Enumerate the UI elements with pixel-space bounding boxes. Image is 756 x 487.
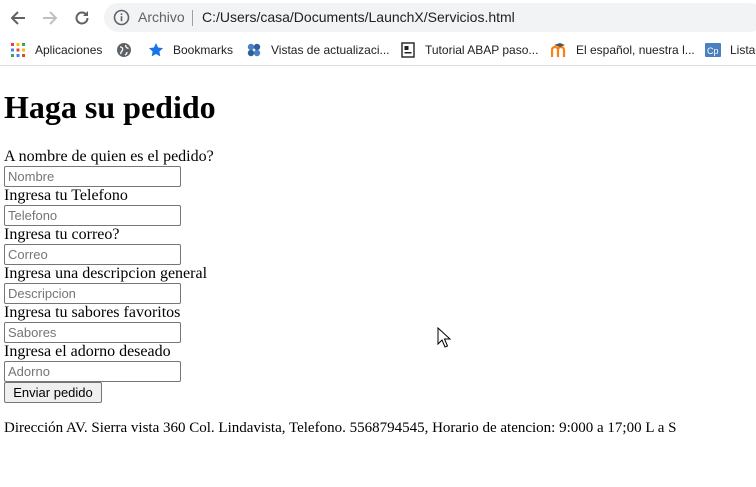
svg-text:Cp: Cp <box>707 46 719 56</box>
adorno-input[interactable] <box>4 361 181 382</box>
bookmark-label: Tutorial ABAP paso... <box>425 43 539 57</box>
star-icon <box>149 43 163 57</box>
forward-button[interactable] <box>37 5 63 31</box>
bookmark-listad[interactable]: Cp Listad <box>705 41 756 59</box>
moodle-icon <box>551 43 566 57</box>
arrow-right-icon <box>43 11 58 25</box>
bookmark-label: Bookmarks <box>173 43 234 57</box>
bookmark-bookmarks[interactable]: Bookmarks <box>148 41 233 59</box>
page-content: Haga su pedido A nombre de quien es el p… <box>0 66 756 487</box>
back-button[interactable] <box>5 5 31 31</box>
browser-toolbar: Archivo C:/Users/casa/Documents/LaunchX/… <box>0 0 756 35</box>
bookmark-apps[interactable]: Aplicaciones <box>10 41 102 59</box>
scheme-label: Archivo <box>138 9 185 25</box>
address-bar[interactable]: Archivo C:/Users/casa/Documents/LaunchX/… <box>104 3 756 32</box>
field-label-telefono: Ingresa tu Telefono <box>4 187 128 204</box>
field-label-adorno: Ingresa el adorno deseado <box>4 343 171 360</box>
bookmark-tutorial-abap[interactable]: Tutorial ABAP paso... <box>400 41 538 59</box>
bookmark-vistas[interactable]: Vistas de actualizaci... <box>246 41 390 59</box>
field-label-nombre: A nombre de quien es el pedido? <box>4 148 214 165</box>
telefono-input[interactable] <box>4 205 181 226</box>
bookmark-label: Aplicaciones <box>35 43 103 57</box>
field-label-sabores: Ingresa tu sabores favoritos <box>4 304 181 321</box>
info-icon[interactable] <box>113 9 130 26</box>
book-icon <box>401 42 415 58</box>
sabores-input[interactable] <box>4 322 181 343</box>
bookmark-globe[interactable] <box>116 41 132 59</box>
correo-input[interactable] <box>4 244 181 265</box>
bookmark-label: Listad <box>730 43 756 57</box>
bookmarks-bar: Aplicaciones Bookmarks Vistas de actuali… <box>0 35 756 66</box>
nombre-input[interactable] <box>4 166 181 187</box>
url-text[interactable]: C:/Users/casa/Documents/LaunchX/Servicio… <box>202 9 515 25</box>
address-separator <box>192 10 193 26</box>
reload-button[interactable] <box>69 5 95 31</box>
reload-icon <box>75 11 89 25</box>
bookmark-label: Vistas de actualizaci... <box>271 43 390 57</box>
mouse-cursor-icon <box>437 327 451 348</box>
bookmark-label: El español, nuestra l... <box>576 43 695 57</box>
field-label-descripcion: Ingresa una descripcion general <box>4 265 208 282</box>
page-title: Haga su pedido <box>4 89 216 125</box>
footer-address: Dirección AV. Sierra vista 360 Col. Lind… <box>4 420 677 436</box>
bookmark-espanol[interactable]: El español, nuestra l... <box>551 41 695 59</box>
apps-grid-icon <box>11 43 25 57</box>
enviar-pedido-button[interactable]: Enviar pedido <box>4 382 102 403</box>
arrow-left-icon <box>10 11 25 25</box>
cp-icon: Cp <box>705 43 721 57</box>
globe-icon <box>117 43 131 57</box>
descripcion-input[interactable] <box>4 283 181 304</box>
field-label-correo: Ingresa tu correo? <box>4 226 120 243</box>
puzzle-icon <box>247 43 261 57</box>
